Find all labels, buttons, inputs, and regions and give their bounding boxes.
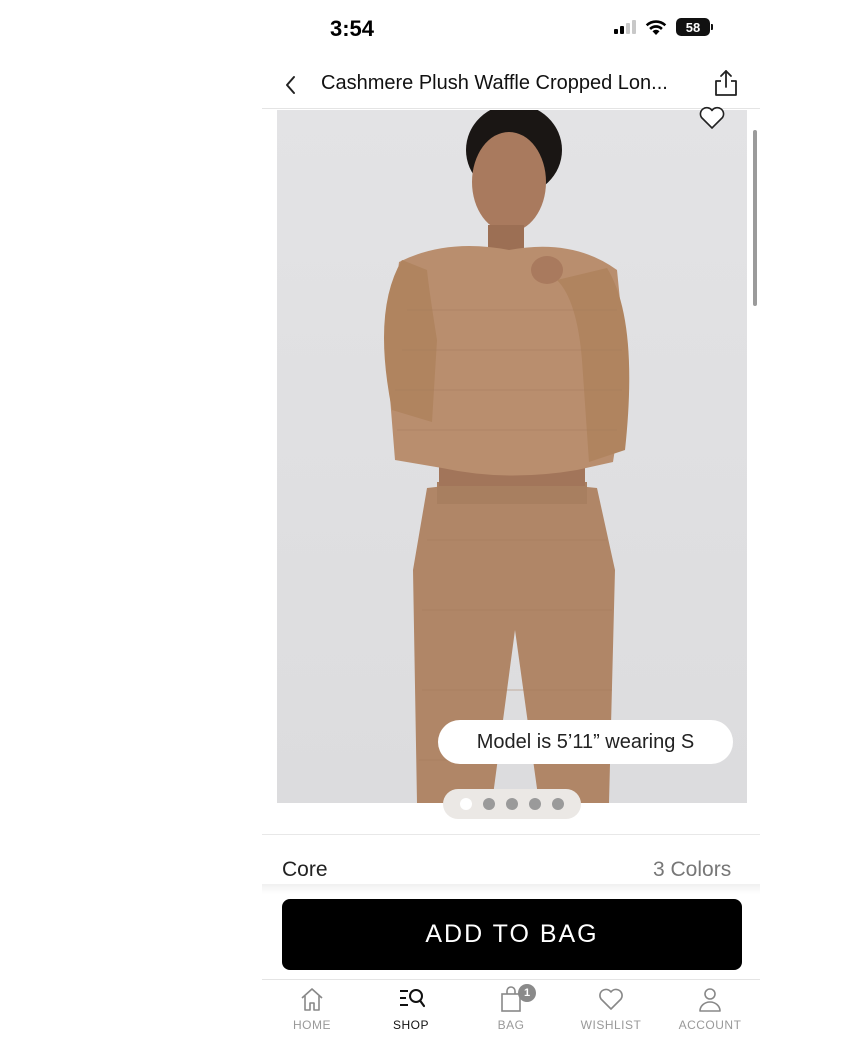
carousel-dot[interactable] <box>552 798 564 810</box>
carousel-dot[interactable] <box>506 798 518 810</box>
tab-label: BAG <box>497 1018 525 1032</box>
product-detail-screen: 3:54 58 Cashmere Plush Waffle Cropped Lo… <box>0 0 858 1037</box>
product-photo <box>384 110 630 803</box>
add-to-wishlist-icon[interactable] <box>697 104 727 132</box>
carousel-dot[interactable] <box>529 798 541 810</box>
cellular-signal-icon <box>614 20 636 34</box>
bag-count-badge: 1 <box>518 984 536 1002</box>
wifi-icon <box>645 20 667 35</box>
tab-bag[interactable]: 1 BAG <box>466 984 556 1036</box>
tab-shop[interactable]: SHOP <box>366 984 456 1036</box>
product-image[interactable] <box>277 110 747 803</box>
share-icon[interactable] <box>713 68 739 98</box>
shop-icon <box>400 989 425 1008</box>
carousel-dot[interactable] <box>483 798 495 810</box>
tab-label: ACCOUNT <box>678 1018 742 1032</box>
colors-count-link[interactable]: 3 Colors <box>653 858 731 882</box>
page-scrollbar[interactable] <box>753 130 757 306</box>
account-icon <box>699 988 721 1012</box>
tab-label: SHOP <box>392 1018 429 1032</box>
page-title: Cashmere Plush Waffle Cropped Lon... <box>321 72 668 94</box>
add-to-bag-button[interactable]: ADD TO BAG <box>282 899 742 970</box>
tab-label: HOME <box>293 1018 331 1032</box>
section-divider <box>262 834 760 835</box>
carousel-dot[interactable] <box>460 798 472 810</box>
status-icons: 58 <box>614 18 713 36</box>
status-time: 3:54 <box>330 16 375 41</box>
back-chevron-icon[interactable] <box>280 72 302 98</box>
tab-label: WISHLIST <box>580 1018 642 1032</box>
sticky-shadow <box>262 884 760 894</box>
heart-icon <box>599 988 623 1010</box>
header-divider <box>262 108 760 109</box>
tabbar-divider <box>262 979 760 980</box>
tab-home[interactable]: HOME <box>267 984 357 1036</box>
tab-wishlist[interactable]: WISHLIST <box>566 984 656 1036</box>
tab-account[interactable]: ACCOUNT <box>665 984 755 1036</box>
battery-icon: 58 <box>676 18 713 36</box>
image-carousel-indicator <box>443 789 581 819</box>
model-size-note: Model is 5’11” wearing S <box>438 720 733 764</box>
collection-label: Core <box>282 858 328 881</box>
home-icon <box>301 988 323 1011</box>
